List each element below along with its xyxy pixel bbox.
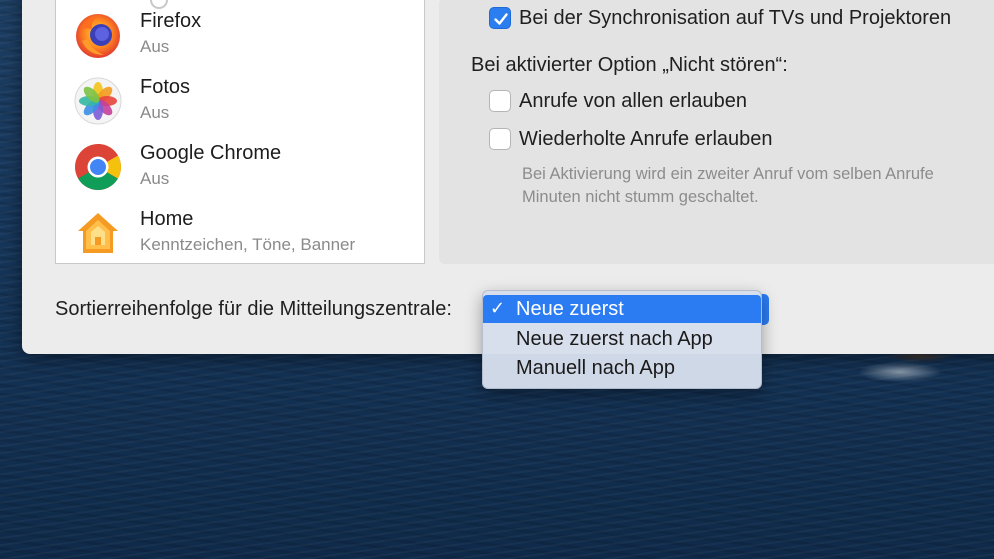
chrome-icon (74, 143, 122, 191)
repeated-calls-hint-line-1: Bei Aktivierung wird ein zweiter Anruf v… (522, 165, 934, 183)
dnd-heading: Bei aktivierter Option „Nicht stören“: (471, 54, 788, 76)
app-name: Firefox (140, 10, 202, 32)
sort-order-label: Sortierreihenfolge für die Mitteilungsze… (55, 298, 452, 320)
menu-item-newest-first[interactable]: ✓ Neue zuerst (483, 295, 761, 323)
app-list-item-google-chrome[interactable]: Google Chrome Aus (56, 133, 424, 199)
allow-all-calls-label[interactable]: Anrufe von allen erlauben (519, 90, 747, 113)
sort-order-menu: ✓ Neue zuerst Neue zuerst nach App Manue… (482, 290, 762, 389)
home-icon (74, 209, 122, 257)
sync-tv-label[interactable]: Bei der Synchronisation auf TVs und Proj… (519, 7, 951, 30)
checkmark-icon: ✓ (490, 298, 506, 318)
menu-item-newest-first-by-app[interactable]: Neue zuerst nach App (483, 325, 761, 353)
app-list-item-firefox[interactable]: Firefox Aus (56, 1, 424, 67)
sync-tv-checkbox[interactable] (489, 7, 511, 29)
app-subtitle: Aus (140, 103, 170, 122)
checkmark-icon (494, 13, 508, 25)
app-name: Google Chrome (140, 142, 282, 164)
app-subtitle: Aus (140, 169, 170, 188)
firefox-icon (74, 11, 122, 59)
app-subtitle: Kenntzeichen, Töne, Banner (140, 235, 356, 254)
menu-item-manual-by-app[interactable]: Manuell nach App (483, 354, 761, 382)
app-list-item-home[interactable]: Home Kenntzeichen, Töne, Banner (56, 199, 424, 263)
app-name: Home (140, 208, 194, 230)
menu-item-label: Manuell nach App (516, 357, 676, 379)
repeated-calls-checkbox[interactable] (489, 128, 511, 150)
repeated-calls-label[interactable]: Wiederholte Anrufe erlauben (519, 128, 773, 151)
photos-icon (74, 77, 122, 125)
app-list[interactable]: Firefox Aus Fotos Aus Google Chrome Aus … (55, 0, 425, 264)
menu-item-label: Neue zuerst (516, 298, 624, 320)
app-subtitle: Aus (140, 37, 170, 56)
app-list-item-photos[interactable]: Fotos Aus (56, 67, 424, 133)
repeated-calls-hint-line-2: Minuten nicht stumm geschaltet. (522, 188, 759, 206)
menu-item-label: Neue zuerst nach App (516, 328, 713, 350)
allow-all-calls-checkbox[interactable] (489, 90, 511, 112)
app-name: Fotos (140, 76, 191, 98)
